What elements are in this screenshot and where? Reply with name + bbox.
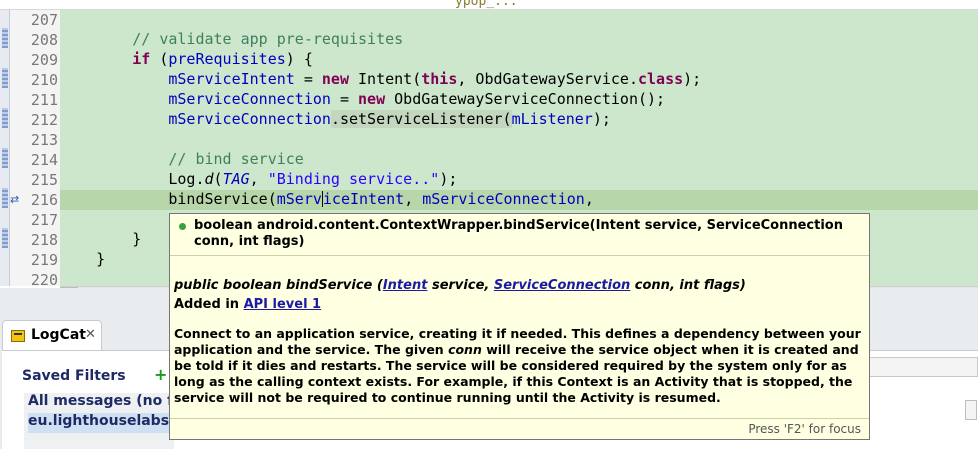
doc-desc-param: conn bbox=[448, 342, 482, 357]
code-line[interactable]: if (preRequisites) { bbox=[60, 50, 978, 70]
line-number: 219 bbox=[30, 251, 58, 269]
override-indicator-icon: ⇄ bbox=[10, 193, 20, 206]
method-signature: boolean android.content.ContextWrapper.b… bbox=[194, 218, 843, 249]
change-marker bbox=[2, 28, 8, 48]
code-keyword: this bbox=[421, 70, 458, 88]
line-number: 213 bbox=[30, 131, 58, 149]
code-comment: // bind service bbox=[168, 150, 304, 168]
code-field: mServiceConnection bbox=[422, 190, 585, 208]
change-marker bbox=[2, 68, 8, 88]
code-text: ObdGatewayServiceConnection(); bbox=[394, 90, 666, 108]
line-number: 218 bbox=[30, 231, 58, 249]
service-connection-link[interactable]: ServiceConnection bbox=[494, 278, 630, 293]
code-string: "Binding service.." bbox=[267, 170, 440, 188]
code-text: , ObdGatewayService. bbox=[457, 70, 638, 88]
line-number: 209 bbox=[30, 51, 58, 69]
javadoc-description: Connect to an application service, creat… bbox=[174, 326, 868, 406]
code-text: , bbox=[404, 190, 423, 208]
filter-item-lighthouselabs[interactable]: eu.lighthouselabs.ob bbox=[28, 413, 178, 433]
code-field: preRequisites bbox=[168, 50, 286, 68]
code-text: , bbox=[584, 190, 594, 208]
code-static-method: d bbox=[204, 170, 214, 188]
api-level-link[interactable]: API level 1 bbox=[244, 297, 322, 312]
line-number: 217 bbox=[30, 211, 58, 229]
filter-item-all-messages[interactable]: All messages (no filte bbox=[28, 393, 178, 413]
code-comment: // validate app pre-requisites bbox=[132, 30, 404, 48]
current-code-line[interactable]: bindService(mServiceIntent, mServiceConn… bbox=[60, 190, 978, 210]
public-method-icon bbox=[179, 223, 186, 230]
code-line[interactable]: Log.d(TAG, "Binding service.."); bbox=[60, 170, 978, 190]
api-level-prefix: Added in bbox=[174, 297, 244, 312]
code-field: iceIntent bbox=[322, 190, 405, 208]
line-number-ruler: 207 208 209 210 211 212 213 214 215 216 … bbox=[10, 10, 60, 288]
line-number: 208 bbox=[30, 31, 58, 49]
code-text: bindService( bbox=[168, 190, 277, 208]
add-filter-icon[interactable]: + bbox=[154, 365, 167, 384]
code-field: mServ bbox=[276, 190, 322, 208]
code-text: .setServiceListener( bbox=[330, 110, 512, 128]
code-field: mServiceIntent bbox=[168, 70, 295, 88]
top-code-fragment: ypop_... bbox=[455, 0, 518, 9]
change-marker bbox=[2, 148, 8, 168]
code-text: } bbox=[132, 230, 142, 248]
editor-top-strip: ypop_... bbox=[0, 0, 978, 10]
code-text: ); bbox=[683, 70, 702, 88]
logcat-icon bbox=[11, 330, 25, 342]
code-keyword: class bbox=[638, 70, 684, 88]
logcat-search-field[interactable] bbox=[860, 357, 978, 377]
change-marker bbox=[2, 188, 8, 208]
change-marker bbox=[2, 108, 8, 128]
javadoc-signature: public boolean bindService (Intent servi… bbox=[174, 278, 864, 294]
code-line[interactable]: mServiceConnection.setServiceListener(mL… bbox=[60, 110, 978, 130]
line-number: 211 bbox=[30, 91, 58, 109]
code-keyword: if bbox=[132, 50, 151, 68]
saved-filters-title: Saved Filters bbox=[22, 368, 126, 384]
scroll-left-arrow-icon[interactable]: ◀ bbox=[60, 287, 78, 288]
log-level-dropdown[interactable] bbox=[965, 400, 977, 420]
line-number: 220 bbox=[30, 271, 58, 288]
code-line[interactable]: mServiceConnection = new ObdGatewayServi… bbox=[60, 90, 978, 110]
doc-sig-text: conn, int flags) bbox=[630, 278, 746, 293]
doc-sig-text: service, bbox=[427, 278, 494, 293]
method-signature-row: boolean android.content.ContextWrapper.b… bbox=[170, 214, 869, 256]
line-number: 207 bbox=[30, 11, 58, 29]
code-field: mListener bbox=[511, 110, 593, 128]
logcat-tab-label: LogCat bbox=[31, 327, 86, 343]
tab-logcat[interactable]: LogCat ✕ bbox=[2, 320, 102, 350]
code-text: Log. bbox=[168, 170, 205, 188]
code-line[interactable]: mServiceIntent = new Intent(this, ObdGat… bbox=[60, 70, 978, 90]
code-keyword: new bbox=[358, 90, 386, 108]
focus-hint: Press 'F2' for focus bbox=[748, 422, 861, 436]
intent-link[interactable]: Intent bbox=[383, 278, 428, 293]
code-line[interactable]: // validate app pre-requisites bbox=[60, 30, 978, 50]
saved-filters-list[interactable]: All messages (no filte eu.lighthouselabs… bbox=[24, 393, 178, 449]
line-number: 210 bbox=[30, 71, 58, 89]
api-level-note: Added in API level 1 bbox=[174, 297, 321, 313]
code-field: mServiceConnection bbox=[168, 110, 331, 128]
code-keyword: new bbox=[321, 70, 349, 88]
change-marker bbox=[2, 228, 8, 248]
close-icon[interactable]: ✕ bbox=[85, 327, 96, 342]
code-text: ); bbox=[439, 170, 458, 188]
code-field: mServiceConnection bbox=[168, 90, 331, 108]
javadoc-hover-popup[interactable]: boolean android.content.ContextWrapper.b… bbox=[169, 213, 870, 440]
code-line[interactable]: // bind service bbox=[60, 150, 978, 170]
line-number: 214 bbox=[30, 151, 58, 169]
code-text: Intent( bbox=[358, 70, 422, 88]
code-constant: TAG bbox=[222, 170, 250, 188]
line-number: 212 bbox=[30, 111, 58, 129]
line-number: 215 bbox=[30, 171, 58, 189]
code-text: ); bbox=[592, 110, 611, 128]
doc-sig-text: public boolean bindService ( bbox=[174, 278, 383, 293]
saved-filters-panel: Saved Filters + All messages (no filte e… bbox=[14, 363, 178, 449]
code-text: } bbox=[96, 250, 106, 268]
popup-footer: Press 'F2' for focus bbox=[170, 418, 869, 439]
overview-gutter bbox=[0, 10, 10, 286]
